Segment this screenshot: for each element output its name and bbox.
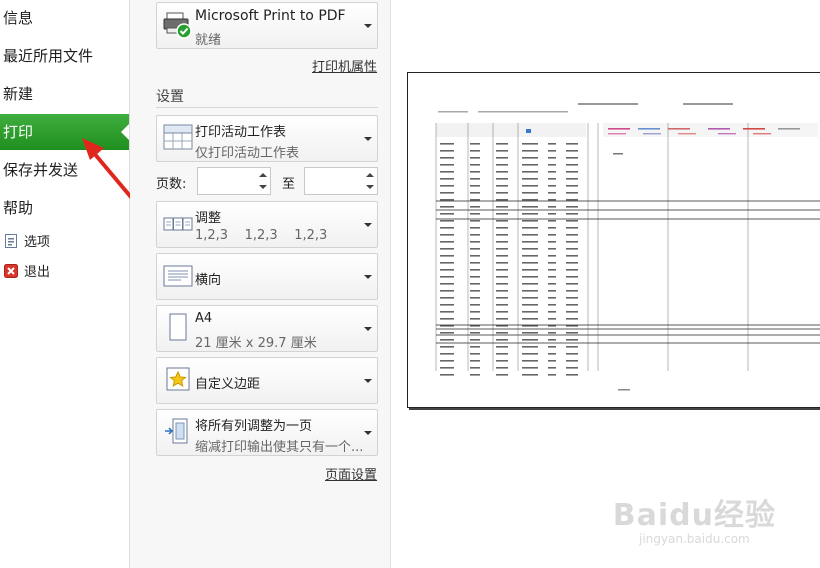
watermark-title: Baidu经验: [612, 498, 776, 533]
fit-columns-icon: [163, 416, 193, 446]
spin-up-icon[interactable]: [259, 173, 267, 177]
page-icon: [163, 312, 193, 342]
spin-down-icon[interactable]: [259, 185, 267, 189]
chevron-down-icon: [364, 23, 372, 28]
nav-item-info[interactable]: 信息: [0, 0, 129, 36]
page-setup-link[interactable]: 页面设置: [325, 464, 377, 483]
print-settings-panel: Microsoft Print to PDF 就绪 打印机属性 设置 打印活动工…: [130, 0, 391, 568]
scaling-subtitle: 缩减打印输出使其只有一个...: [195, 440, 364, 455]
paper-size-title: A4: [195, 311, 213, 326]
print-preview-area: Baidu经验 jingyan.baidu.com: [391, 0, 820, 568]
printer-select[interactable]: Microsoft Print to PDF 就绪: [156, 2, 378, 49]
printer-properties-link[interactable]: 打印机属性: [312, 56, 377, 75]
preview-page[interactable]: [407, 72, 820, 408]
nav-item-exit[interactable]: 退出: [0, 260, 50, 286]
spin-down-icon[interactable]: [366, 185, 374, 189]
preview-page-content: [435, 103, 820, 391]
collate-subtitle: 1,2,3 1,2,3 1,2,3: [195, 228, 328, 243]
nav-options-label: 选项: [24, 235, 51, 250]
printer-status: 就绪: [195, 33, 222, 48]
worksheet-icon: [163, 122, 193, 152]
printer-icon: [163, 9, 193, 39]
nav-item-new[interactable]: 新建: [0, 76, 129, 112]
orientation-select[interactable]: 横向: [156, 253, 378, 300]
paper-size-select[interactable]: A4 21 厘米 x 29.7 厘米: [156, 305, 378, 352]
chevron-down-icon: [364, 222, 372, 227]
pages-to-label: 至: [282, 177, 296, 192]
chevron-down-icon: [364, 378, 372, 383]
pages-to-input[interactable]: [304, 167, 378, 195]
close-icon: [4, 262, 18, 278]
settings-heading: 设置: [156, 89, 184, 105]
landscape-page-icon: [163, 260, 193, 290]
print-scope-subtitle: 仅打印活动工作表: [195, 146, 300, 161]
watermark: Baidu经验 jingyan.baidu.com: [613, 490, 776, 546]
backstage-nav: 信息 最近所用文件 新建 打印 保存并发送 帮助 选项 退出: [0, 0, 130, 568]
margins-select[interactable]: 自定义边距: [156, 357, 378, 404]
divider: [156, 107, 378, 108]
chevron-down-icon: [364, 430, 372, 435]
chevron-down-icon: [364, 326, 372, 331]
margins-title: 自定义边距: [195, 377, 261, 392]
options-icon: [4, 232, 18, 248]
collate-select[interactable]: 调整 1,2,3 1,2,3 1,2,3: [156, 201, 378, 248]
scaling-select[interactable]: 将所有列调整为一页 缩减打印输出使其只有一个...: [156, 409, 378, 456]
print-scope-title: 打印活动工作表: [195, 125, 287, 140]
scaling-title: 将所有列调整为一页: [195, 419, 313, 434]
spin-up-icon[interactable]: [366, 173, 374, 177]
nav-exit-label: 退出: [24, 265, 51, 280]
watermark-url: jingyan.baidu.com: [639, 532, 750, 546]
chevron-down-icon: [364, 136, 372, 141]
nav-item-recent[interactable]: 最近所用文件: [0, 38, 129, 74]
orientation-title: 横向: [195, 273, 222, 288]
paper-size-subtitle: 21 厘米 x 29.7 厘米: [195, 336, 317, 351]
print-scope-select[interactable]: 打印活动工作表 仅打印活动工作表: [156, 115, 378, 162]
printer-name: Microsoft Print to PDF: [195, 8, 346, 24]
collate-icon: [163, 208, 193, 238]
chevron-down-icon: [364, 274, 372, 279]
nav-item-options[interactable]: 选项: [0, 230, 50, 256]
custom-margins-icon: [163, 364, 193, 394]
pages-label: 页数:: [156, 177, 187, 192]
collate-title: 调整: [195, 211, 222, 226]
pages-from-input[interactable]: [197, 167, 271, 195]
